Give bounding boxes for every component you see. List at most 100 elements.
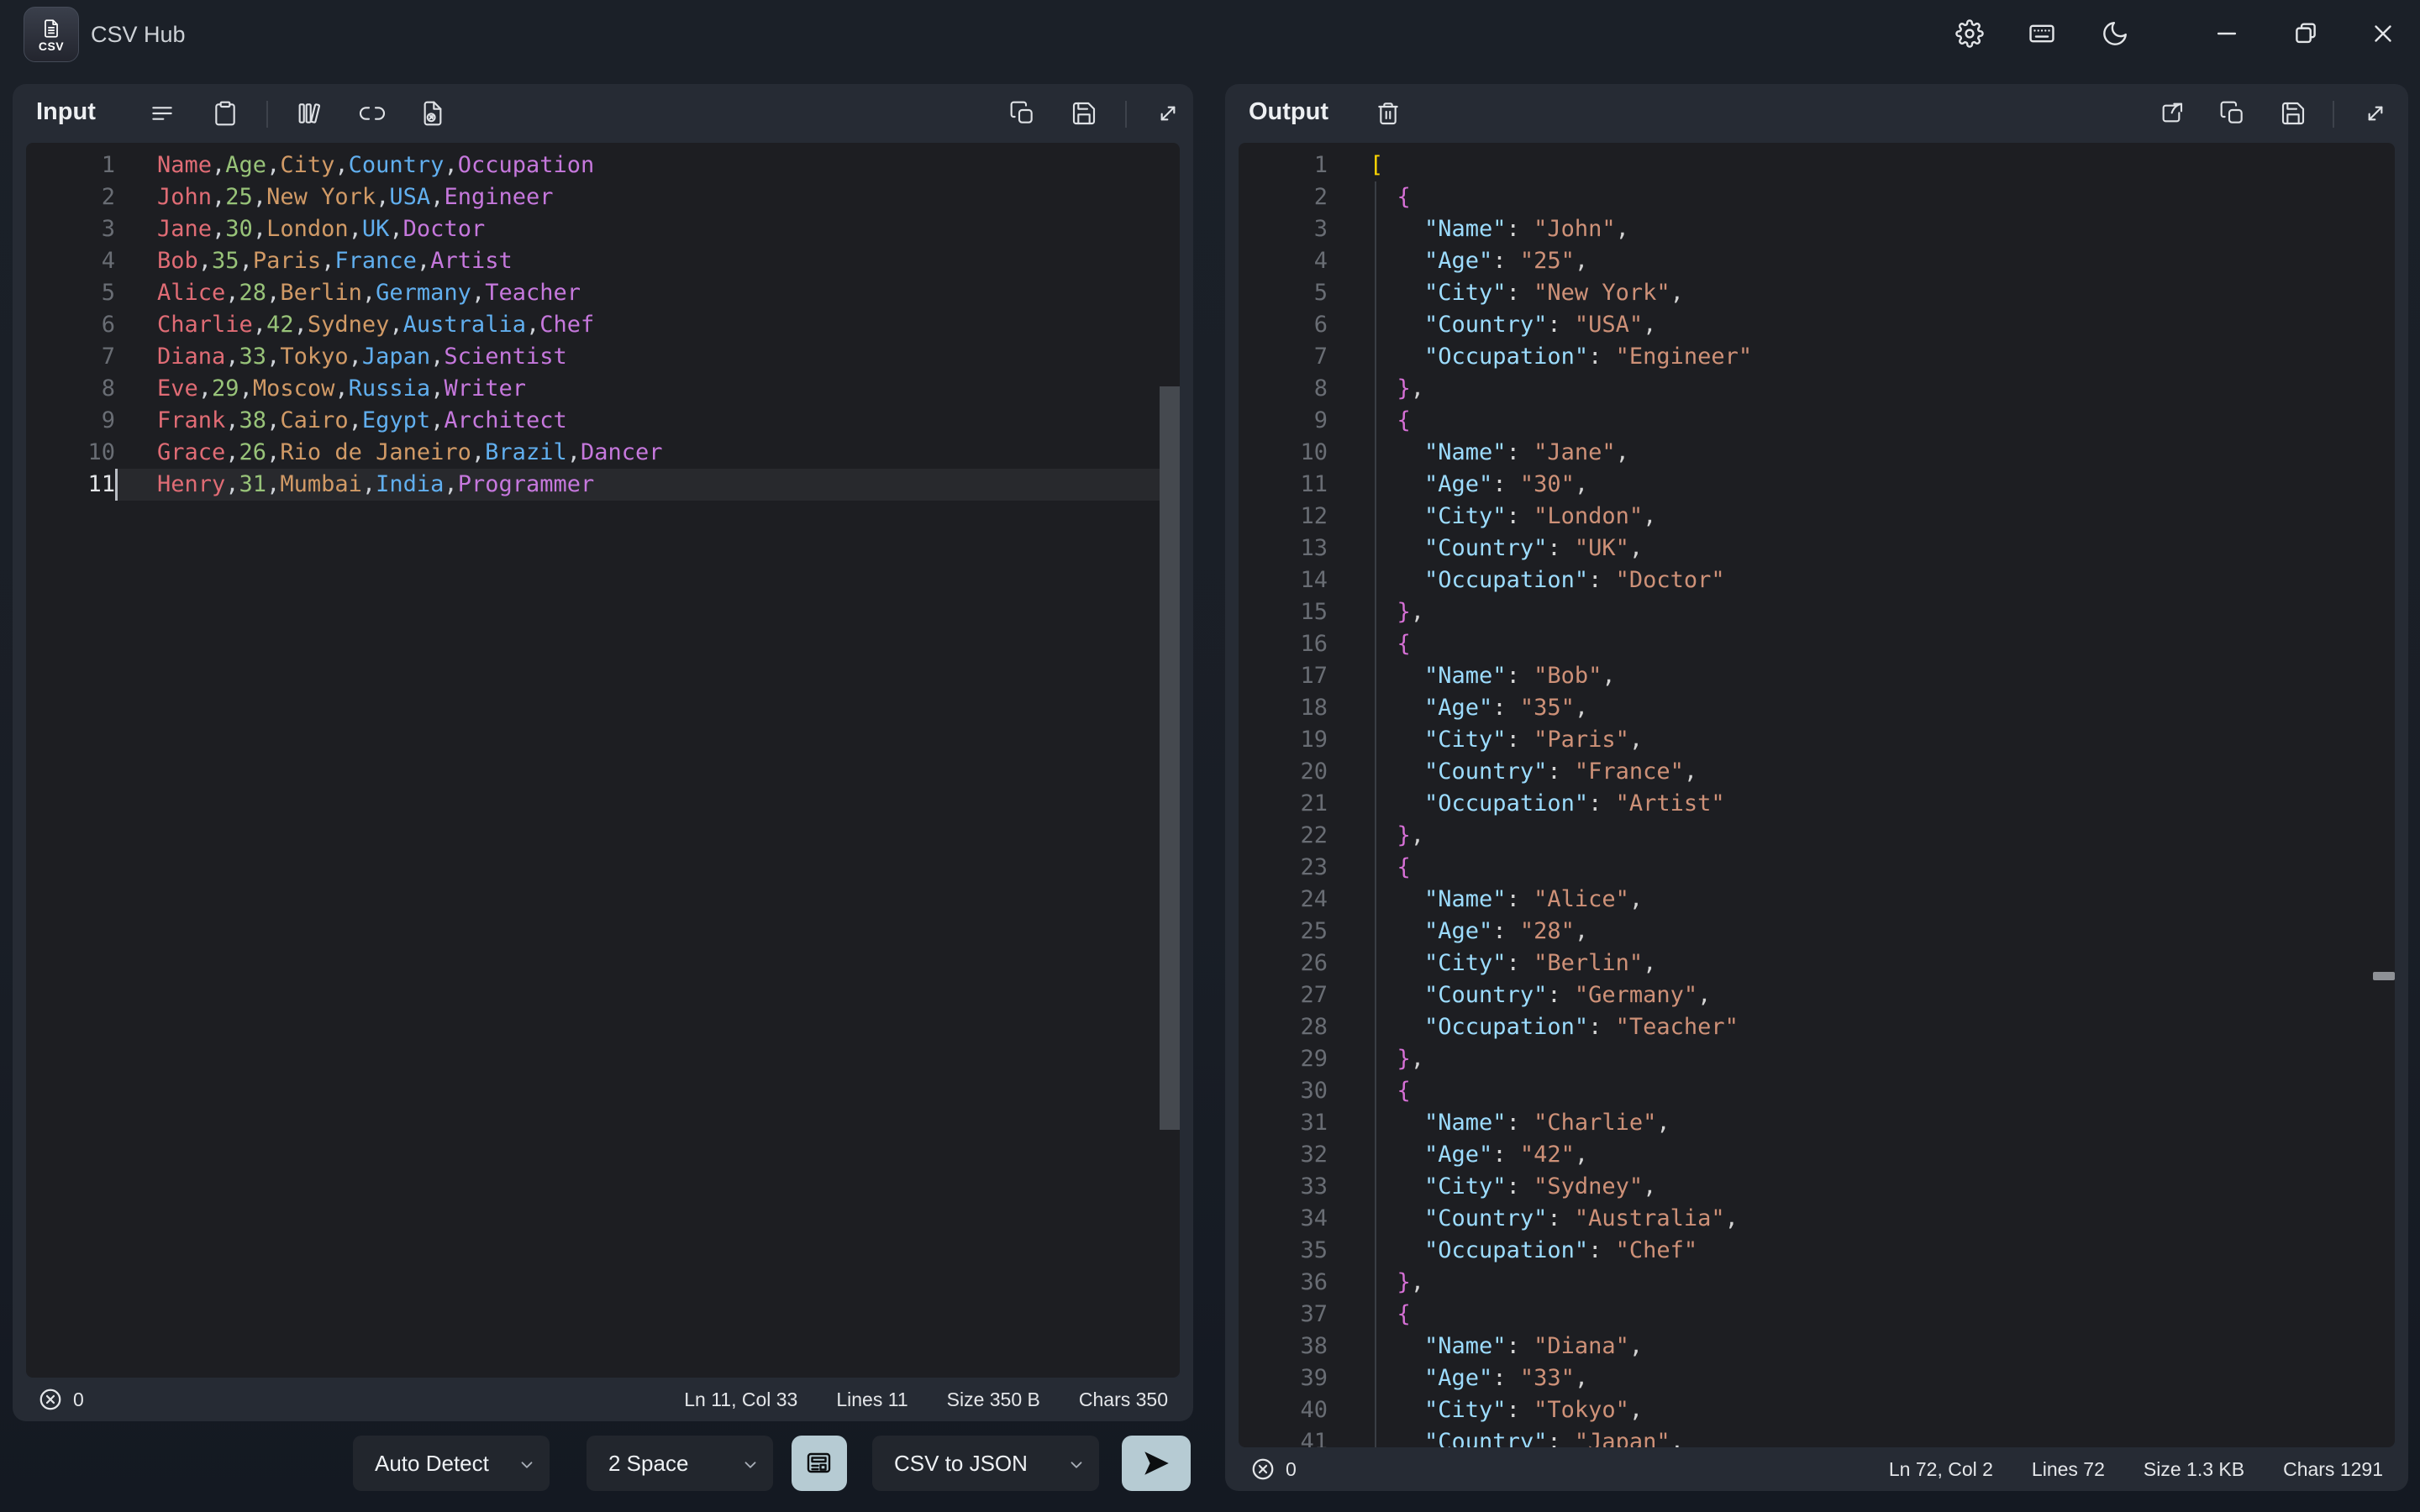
trash-icon xyxy=(1375,100,1402,127)
minimize-button[interactable] xyxy=(2203,10,2250,57)
code-line: 37 { xyxy=(1239,1299,2395,1331)
input-status-bar: 0 Ln 11, Col 33 Lines 11 Size 350 B Char… xyxy=(13,1378,1193,1421)
share-icon xyxy=(2158,100,2185,127)
code-line: 20 "Country": "France", xyxy=(1239,756,2395,788)
theme-toggle-button[interactable] xyxy=(2091,10,2139,57)
conversion-select[interactable]: CSV to JSON xyxy=(872,1436,1099,1491)
code-line: 26 "City": "Berlin", xyxy=(1239,948,2395,979)
code-line: 14 "Occupation": "Doctor" xyxy=(1239,564,2395,596)
sample-lines-icon xyxy=(149,100,176,127)
indent-guide xyxy=(1375,181,1376,1447)
table-view-button[interactable] xyxy=(792,1436,847,1491)
code-line: 11 "Age": "30", xyxy=(1239,469,2395,501)
close-button[interactable] xyxy=(2360,10,2407,57)
code-line: 18 "Age": "35", xyxy=(1239,692,2395,724)
code-line: 1[ xyxy=(1239,150,2395,181)
chevron-down-icon xyxy=(741,1454,760,1480)
code-line: 1Name,Age,City,Country,Occupation xyxy=(26,150,1180,181)
settings-icon xyxy=(1955,19,1984,48)
input-code-editor[interactable]: 1Name,Age,City,Country,Occupation2John,2… xyxy=(26,143,1180,1378)
convert-button[interactable] xyxy=(1122,1436,1191,1491)
code-line: 27 "Country": "Germany", xyxy=(1239,979,2395,1011)
code-line: 2John,25,New York,USA,Engineer xyxy=(26,181,1180,213)
title-bar: CSV CSV Hub xyxy=(0,0,2420,84)
code-line: 11Henry,31,Mumbai,India,Programmer xyxy=(26,469,1180,501)
output-panel: Output xyxy=(1225,84,2408,1491)
input-error-count: 0 xyxy=(73,1389,84,1411)
clear-output-button[interactable] xyxy=(1365,90,1412,137)
expand-icon xyxy=(2362,100,2389,127)
maximize-icon xyxy=(2291,19,2320,48)
output-code-editor[interactable]: 1[2 {3 "Name": "John",4 "Age": "25",5 "C… xyxy=(1239,143,2395,1447)
code-line: 3 "Name": "John", xyxy=(1239,213,2395,245)
mode-select[interactable]: Auto Detect xyxy=(353,1436,550,1491)
output-error-count: 0 xyxy=(1286,1458,1297,1481)
code-line: 17 "Name": "Bob", xyxy=(1239,660,2395,692)
code-line: 33 "City": "Sydney", xyxy=(1239,1171,2395,1203)
code-line: 40 "City": "Tokyo", xyxy=(1239,1394,2395,1426)
code-line: 5Alice,28,Berlin,Germany,Teacher xyxy=(26,277,1180,309)
code-line: 10 "Name": "Jane", xyxy=(1239,437,2395,469)
input-cursor-position: Ln 11, Col 33 xyxy=(684,1389,797,1411)
keyboard-button[interactable] xyxy=(2018,10,2065,57)
theme-moon-icon xyxy=(2101,19,2129,48)
code-line: 9Frank,38,Cairo,Egypt,Architect xyxy=(26,405,1180,437)
code-line: 19 "City": "Paris", xyxy=(1239,724,2395,756)
copy-output-button[interactable] xyxy=(2209,90,2256,137)
input-panel: Input xyxy=(13,84,1193,1421)
app-icon-label: CSV xyxy=(39,40,64,52)
code-line: 15 }, xyxy=(1239,596,2395,628)
settings-button[interactable] xyxy=(1946,10,1993,57)
code-line: 4Bob,35,Paris,France,Artist xyxy=(26,245,1180,277)
library-icon xyxy=(296,100,323,127)
code-line: 16 { xyxy=(1239,628,2395,660)
code-line: 34 "Country": "Australia", xyxy=(1239,1203,2395,1235)
code-line: 30 { xyxy=(1239,1075,2395,1107)
input-scrollbar-thumb[interactable] xyxy=(1160,386,1180,1130)
save-output-button[interactable] xyxy=(2270,90,2317,137)
error-count-icon xyxy=(1250,1457,1276,1482)
keyboard-icon xyxy=(2028,19,2056,48)
expand-input-button[interactable] xyxy=(1144,90,1192,137)
link-icon xyxy=(359,100,386,127)
app-icon: CSV xyxy=(24,7,79,62)
code-line: 9 { xyxy=(1239,405,2395,437)
code-line: 21 "Occupation": "Artist" xyxy=(1239,788,2395,820)
expand-output-button[interactable] xyxy=(2352,90,2399,137)
chevron-down-icon xyxy=(1067,1454,1086,1480)
code-line: 8 }, xyxy=(1239,373,2395,405)
output-scrollbar-handle[interactable] xyxy=(2373,972,2395,980)
share-output-button[interactable] xyxy=(2148,90,2195,137)
copy-icon xyxy=(2219,100,2246,127)
load-sample-button[interactable] xyxy=(139,90,186,137)
open-file-button[interactable] xyxy=(409,90,456,137)
send-arrow-icon xyxy=(1140,1447,1172,1479)
input-panel-title: Input xyxy=(36,98,96,126)
code-line: 28 "Occupation": "Teacher" xyxy=(1239,1011,2395,1043)
code-line: 39 "Age": "33", xyxy=(1239,1362,2395,1394)
window-title: CSV Hub xyxy=(91,22,186,48)
input-panel-header: Input xyxy=(13,84,1193,143)
code-line: 7 "Occupation": "Engineer" xyxy=(1239,341,2395,373)
expand-icon xyxy=(1155,100,1181,127)
copy-input-button[interactable] xyxy=(999,90,1046,137)
code-line: 3Jane,30,London,UK,Doctor xyxy=(26,213,1180,245)
conversion-select-value: CSV to JSON xyxy=(894,1451,1028,1477)
code-line: 29 }, xyxy=(1239,1043,2395,1075)
save-input-button[interactable] xyxy=(1060,90,1107,137)
library-button[interactable] xyxy=(286,90,333,137)
code-line: 38 "Name": "Diana", xyxy=(1239,1331,2395,1362)
paste-button[interactable] xyxy=(202,90,249,137)
output-status-bar: 0 Ln 72, Col 2 Lines 72 Size 1.3 KB Char… xyxy=(1225,1447,2408,1491)
output-panel-title: Output xyxy=(1249,98,1328,126)
maximize-button[interactable] xyxy=(2282,10,2329,57)
output-line-count: Lines 72 xyxy=(2032,1458,2105,1481)
link-button[interactable] xyxy=(349,90,396,137)
save-icon xyxy=(1071,100,1097,127)
csv-document-icon xyxy=(40,18,62,39)
code-line: 12 "City": "London", xyxy=(1239,501,2395,533)
indent-select[interactable]: 2 Space xyxy=(587,1436,773,1491)
mode-select-value: Auto Detect xyxy=(375,1451,489,1477)
code-line: 24 "Name": "Alice", xyxy=(1239,884,2395,916)
toolbar-divider xyxy=(2333,101,2334,128)
